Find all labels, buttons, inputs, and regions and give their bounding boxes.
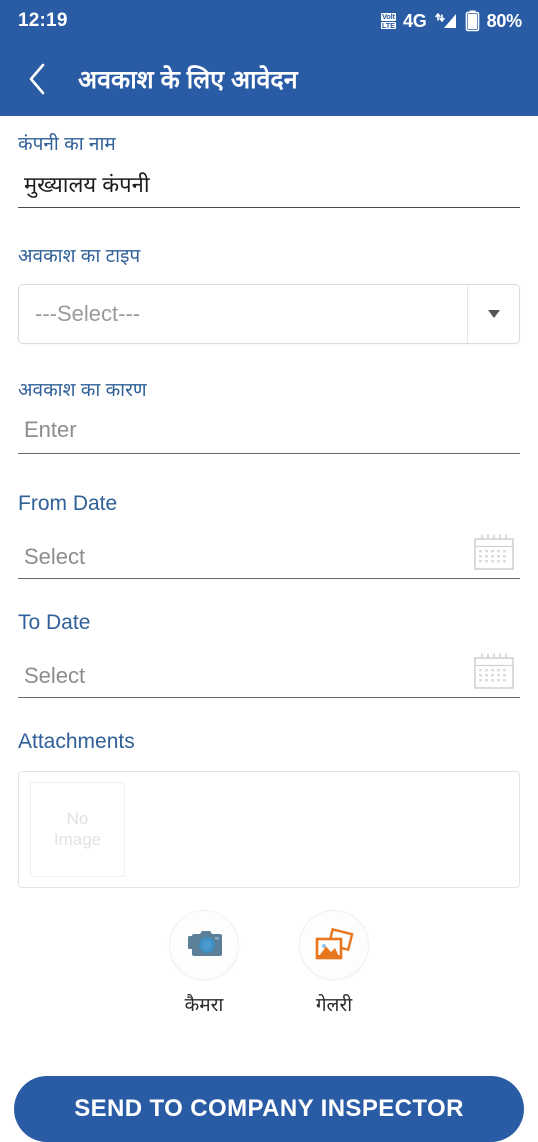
battery-percent-label: 80% (486, 10, 523, 31)
leave-reason-label: अवकाश का कारण (18, 379, 147, 401)
camera-button-circle (169, 909, 239, 980)
status-time: 12:19 (18, 10, 68, 31)
gallery-button[interactable]: गेलरी (284, 909, 384, 1017)
page-title: अवकाश के लिए आवेदन (78, 66, 298, 94)
send-to-company-inspector-button[interactable]: SEND TO COMPANY INSPECTOR (14, 1076, 524, 1142)
field-leave-type: अवकाश का टाइप ---Select--- (18, 244, 520, 344)
no-image-line2: Image (53, 830, 102, 850)
camera-button-label: कैमरा (184, 994, 224, 1016)
calendar-icon[interactable] (472, 532, 516, 572)
volte-icon-bottom-text: LTE (380, 20, 396, 30)
company-name-value: मुख्यालय कंपनी (24, 171, 150, 197)
chevron-down-icon (487, 309, 500, 318)
field-company-name: कंपनी का नाम मुख्यालय कंपनी (18, 132, 520, 209)
volte-icon-top-text: Volt (381, 12, 396, 21)
status-icons: Volt LTE 4G 80% (380, 10, 523, 32)
gallery-button-circle (299, 909, 369, 980)
company-name-input[interactable]: मुख्यालय कंपनी (18, 171, 520, 209)
leave-reason-input[interactable]: Enter (18, 417, 520, 454)
from-date-input[interactable]: Select (18, 532, 520, 580)
leave-reason-placeholder: Enter (24, 417, 77, 443)
from-date-placeholder: Select (24, 543, 86, 569)
attachments-label: Attachments (18, 730, 135, 754)
to-date-placeholder: Select (24, 663, 86, 688)
attachment-actions: कैमरा गेलरी (18, 909, 520, 1017)
back-button[interactable] (18, 60, 56, 98)
leave-application-form: कंपनी का नाम मुख्यालय कंपनी अवकाश का टाइ… (0, 116, 538, 1076)
to-date-input[interactable]: Select (18, 651, 520, 699)
volte-icon: Volt LTE (380, 12, 396, 30)
chevron-left-icon (29, 63, 45, 95)
phone-screen: 12:19 Volt LTE 4G 80% अवकाश के लिए आवेदन… (0, 0, 538, 1142)
app-bar: अवकाश के लिए आवेदन (0, 42, 538, 116)
camera-button[interactable]: कैमरा (154, 909, 254, 1017)
field-leave-reason: अवकाश का कारण Enter (18, 378, 520, 454)
no-image-line1: No (66, 808, 89, 828)
field-from-date: From Date Select (18, 490, 520, 580)
signal-strength-icon (434, 13, 456, 28)
leave-type-selected-value: ---Select--- (35, 300, 141, 326)
company-name-label: कंपनी का नाम (18, 134, 116, 155)
leave-type-label: अवकाश का टाइप (18, 246, 141, 268)
network-type-label: 4G (402, 10, 427, 31)
no-image-placeholder: No Image (30, 781, 125, 877)
field-to-date: To Date Select (18, 609, 520, 699)
battery-icon (465, 10, 479, 32)
camera-icon (188, 930, 222, 956)
submit-area: SEND TO COMPANY INSPECTOR (0, 1076, 538, 1142)
leave-type-dropdown-toggle[interactable] (467, 284, 519, 343)
status-bar: 12:19 Volt LTE 4G 80% (0, 0, 538, 42)
from-date-label: From Date (18, 491, 118, 515)
attachments-container[interactable]: No Image (18, 770, 520, 888)
leave-type-select[interactable]: ---Select--- (18, 283, 520, 344)
to-date-label: To Date (18, 611, 91, 635)
calendar-icon[interactable] (472, 651, 516, 691)
field-attachments: Attachments No Image (18, 728, 520, 888)
gallery-icon (315, 927, 354, 960)
gallery-button-label: गेलरी (315, 994, 353, 1016)
